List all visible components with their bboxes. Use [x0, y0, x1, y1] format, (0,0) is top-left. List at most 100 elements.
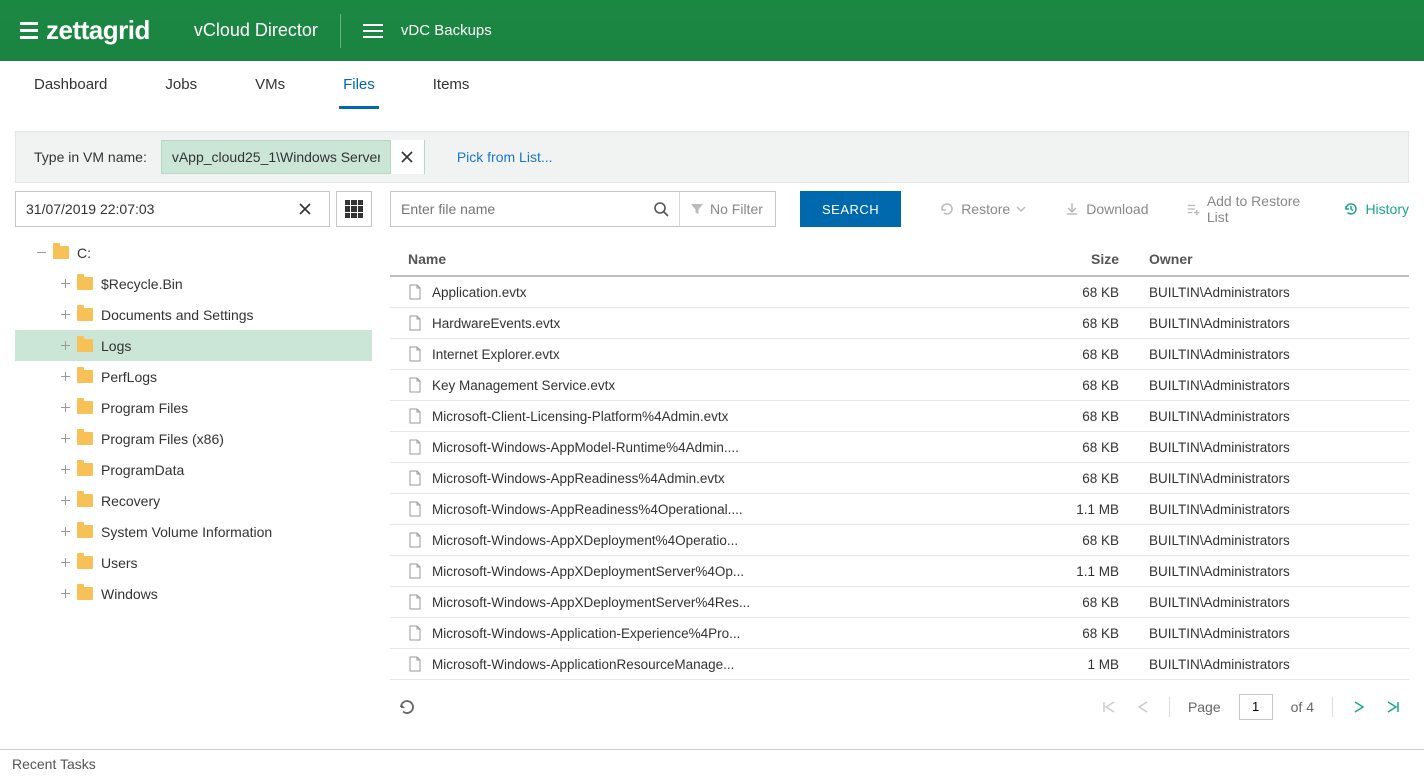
tree-item[interactable]: Users: [15, 547, 372, 578]
expand-icon[interactable]: [59, 278, 71, 290]
tree-item[interactable]: $Recycle.Bin: [15, 268, 372, 299]
calendar-button[interactable]: [336, 191, 372, 227]
col-header-owner[interactable]: Owner: [1149, 251, 1409, 267]
last-page-button[interactable]: [1385, 699, 1401, 715]
search-button[interactable]: SEARCH: [800, 191, 901, 227]
expand-icon[interactable]: [59, 464, 71, 476]
tree-item[interactable]: Documents and Settings: [15, 299, 372, 330]
table-row[interactable]: Microsoft-Windows-AppXDeploymentServer%4…: [390, 587, 1409, 618]
tree-label: ProgramData: [101, 462, 184, 478]
table-row[interactable]: Microsoft-Windows-AppReadiness%4Admin.ev…: [390, 463, 1409, 494]
collapse-icon[interactable]: [35, 247, 47, 259]
table-row[interactable]: Microsoft-Client-Licensing-Platform%4Adm…: [390, 401, 1409, 432]
add-restore-list-button[interactable]: Add to Restore List: [1186, 193, 1313, 225]
app-title: vCloud Director: [172, 20, 318, 41]
search-input[interactable]: [391, 192, 643, 226]
breadcrumb[interactable]: vDC Backups: [401, 22, 492, 39]
file-size: 68 KB: [1049, 440, 1149, 455]
vm-name-input[interactable]: [162, 149, 390, 165]
table-row[interactable]: Internet Explorer.evtx68 KBBUILTIN\Admin…: [390, 339, 1409, 370]
tab-items[interactable]: Items: [429, 61, 474, 109]
table-body[interactable]: Application.evtx68 KBBUILTIN\Administrat…: [390, 277, 1409, 682]
expand-icon[interactable]: [59, 526, 71, 538]
table-row[interactable]: Application.evtx68 KBBUILTIN\Administrat…: [390, 277, 1409, 308]
tab-dashboard[interactable]: Dashboard: [30, 61, 111, 109]
tree-item[interactable]: Program Files: [15, 392, 372, 423]
recent-tasks-panel[interactable]: Recent Tasks: [0, 749, 1424, 779]
table-header: Name Size Owner: [390, 241, 1409, 277]
table-row[interactable]: Microsoft-Windows-Application-Experience…: [390, 618, 1409, 649]
table-row[interactable]: Microsoft-Windows-AppModel-Runtime%4Admi…: [390, 432, 1409, 463]
file-icon: [408, 470, 422, 486]
chevron-down-icon: [1016, 204, 1026, 214]
pager-divider: [1332, 697, 1333, 717]
folder-icon: [77, 339, 93, 352]
col-header-name[interactable]: Name: [408, 251, 1049, 267]
next-page-button[interactable]: [1351, 699, 1367, 715]
file-owner: BUILTIN\Administrators: [1149, 626, 1409, 641]
tree-label: Program Files: [101, 400, 188, 416]
download-label: Download: [1086, 201, 1148, 217]
vm-clear-button[interactable]: [390, 140, 424, 174]
vm-name-input-wrap: [161, 140, 425, 174]
file-name: Microsoft-Windows-AppReadiness%4Admin.ev…: [432, 471, 725, 486]
restore-point-clear[interactable]: [299, 203, 311, 215]
restore-label: Restore: [961, 201, 1010, 217]
expand-icon[interactable]: [59, 495, 71, 507]
file-size: 68 KB: [1049, 626, 1149, 641]
download-button[interactable]: Download: [1064, 201, 1148, 217]
file-size: 68 KB: [1049, 316, 1149, 331]
search-icon-button[interactable]: [643, 192, 679, 226]
expand-icon[interactable]: [59, 340, 71, 352]
col-header-size[interactable]: Size: [1049, 251, 1149, 267]
tree-root[interactable]: C:: [15, 237, 372, 268]
table-row[interactable]: Microsoft-Windows-ApplicationResourceMan…: [390, 649, 1409, 680]
tree-item[interactable]: System Volume Information: [15, 516, 372, 547]
page-input[interactable]: [1239, 694, 1273, 720]
file-name: Internet Explorer.evtx: [432, 347, 560, 362]
file-icon: [408, 284, 422, 300]
tab-files[interactable]: Files: [339, 61, 379, 109]
tree-item[interactable]: Recovery: [15, 485, 372, 516]
folder-icon: [77, 401, 93, 414]
tree-item[interactable]: Logs: [15, 330, 372, 361]
tree-item[interactable]: ProgramData: [15, 454, 372, 485]
table-row[interactable]: Microsoft-Windows-AppXDeploymentServer%4…: [390, 556, 1409, 587]
expand-icon[interactable]: [59, 371, 71, 383]
table-row[interactable]: Microsoft-Windows-AppXDeployment%4Operat…: [390, 525, 1409, 556]
expand-icon[interactable]: [59, 433, 71, 445]
restore-point-value: 31/07/2019 22:07:03: [26, 201, 299, 217]
pick-from-list-link[interactable]: Pick from List...: [457, 149, 553, 165]
tree-item[interactable]: Program Files (x86): [15, 423, 372, 454]
top-header: zettagrid vCloud Director vDC Backups: [0, 0, 1424, 61]
file-name: Microsoft-Windows-Application-Experience…: [432, 626, 740, 641]
menu-icon[interactable]: [363, 24, 383, 38]
expand-icon[interactable]: [59, 557, 71, 569]
folder-icon: [77, 277, 93, 290]
brand-logo: zettagrid: [20, 15, 150, 46]
prev-page-button[interactable]: [1135, 699, 1151, 715]
tree-item[interactable]: Windows: [15, 578, 372, 609]
refresh-button[interactable]: [398, 698, 416, 716]
restore-point-input[interactable]: 31/07/2019 22:07:03: [15, 191, 330, 227]
file-icon: [408, 439, 422, 455]
tab-jobs[interactable]: Jobs: [161, 61, 201, 109]
file-owner: BUILTIN\Administrators: [1149, 657, 1409, 672]
restore-button[interactable]: Restore: [939, 201, 1026, 217]
table-row[interactable]: HardwareEvents.evtx68 KBBUILTIN\Administ…: [390, 308, 1409, 339]
file-owner: BUILTIN\Administrators: [1149, 285, 1409, 300]
table-row[interactable]: Key Management Service.evtx68 KBBUILTIN\…: [390, 370, 1409, 401]
table-row[interactable]: Microsoft-Windows-AppReadiness%4Operatio…: [390, 494, 1409, 525]
file-table: Name Size Owner Application.evtx68 KBBUI…: [390, 241, 1409, 682]
history-button[interactable]: History: [1343, 201, 1409, 217]
expand-icon[interactable]: [59, 309, 71, 321]
filter-button[interactable]: No Filter: [679, 192, 775, 226]
file-owner: BUILTIN\Administrators: [1149, 595, 1409, 610]
download-icon: [1064, 201, 1080, 217]
first-page-button[interactable]: [1101, 699, 1117, 715]
tree-item[interactable]: PerfLogs: [15, 361, 372, 392]
expand-icon[interactable]: [59, 588, 71, 600]
tab-vms[interactable]: VMs: [251, 61, 289, 109]
expand-icon[interactable]: [59, 402, 71, 414]
file-owner: BUILTIN\Administrators: [1149, 564, 1409, 579]
